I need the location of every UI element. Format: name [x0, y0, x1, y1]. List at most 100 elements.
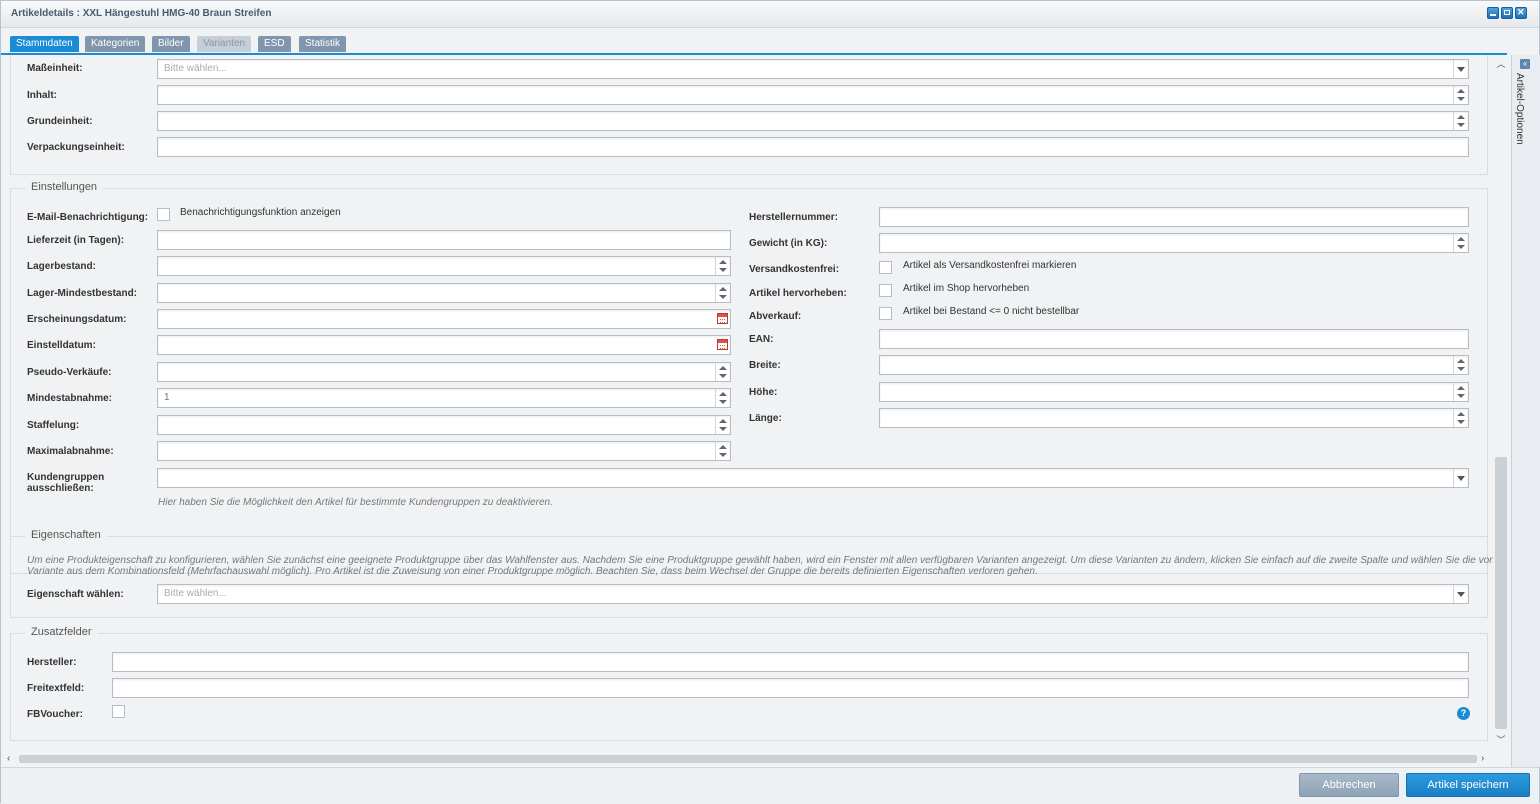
- article-details-window: Artikeldetails : XXL Hängestuhl HMG-40 B…: [0, 0, 1540, 804]
- lagerbestand-input[interactable]: [157, 256, 731, 276]
- spinner-icon[interactable]: [1453, 383, 1468, 401]
- lieferzeit-label: Lieferzeit (in Tagen):: [27, 235, 125, 246]
- close-icon[interactable]: [1515, 7, 1527, 19]
- scroll-left-icon[interactable]: ‹: [7, 753, 10, 764]
- spinner-icon[interactable]: [1453, 234, 1468, 252]
- maximalabnahme-input[interactable]: [157, 441, 731, 461]
- einstelldatum-input[interactable]: [157, 335, 731, 355]
- einstellungen-section: Einstellungen E-Mail-Benachrichtigung: B…: [10, 181, 1488, 574]
- abverkauf-label: Abverkauf:: [749, 311, 802, 322]
- scroll-down-icon[interactable]: ﹀: [1496, 735, 1506, 745]
- artikel-optionen-panel[interactable]: « Artikel-Optionen: [1511, 55, 1540, 767]
- email-checkbox[interactable]: [157, 208, 170, 221]
- tab-stammdaten[interactable]: Stammdaten: [10, 36, 79, 52]
- staffelung-label: Staffelung:: [27, 420, 80, 431]
- cancel-button[interactable]: Abbrechen: [1299, 773, 1399, 797]
- breite-label: Breite:: [749, 360, 781, 371]
- versandkostenfrei-checkbox[interactable]: [879, 261, 892, 274]
- calendar-icon[interactable]: [717, 313, 728, 324]
- help-icon[interactable]: ?: [1457, 707, 1470, 720]
- kundengruppen-hint: Hier haben Sie die Möglichkeit den Artik…: [158, 497, 553, 508]
- grundeinheit-input[interactable]: [157, 111, 1469, 131]
- email-checkbox-label: Benachrichtigungsfunktion anzeigen: [180, 207, 341, 218]
- ean-input[interactable]: [879, 329, 1469, 349]
- inhalt-label: Inhalt:: [27, 90, 57, 101]
- eigenschaften-description-line1: Um eine Produkteigenschaft zu konfigurie…: [27, 555, 1493, 566]
- mindestabnahme-input[interactable]: 1: [157, 388, 731, 408]
- herstellernummer-input[interactable]: [879, 207, 1469, 227]
- breite-input[interactable]: [879, 355, 1469, 375]
- spinner-icon[interactable]: [715, 389, 730, 407]
- tab-varianten: Varianten: [197, 36, 252, 52]
- freitext-label: Freitextfeld:: [27, 683, 85, 694]
- herstellernummer-label: Herstellernummer:: [749, 212, 838, 223]
- units-section: Maßeinheit: Bitte wählen... Inhalt: Grun…: [10, 55, 1488, 175]
- freitext-input[interactable]: [112, 678, 1469, 698]
- abverkauf-checkbox[interactable]: [879, 307, 892, 320]
- lager-mindest-input[interactable]: [157, 283, 731, 303]
- spinner-icon[interactable]: [1453, 409, 1468, 427]
- spinner-icon[interactable]: [1453, 86, 1468, 104]
- fbvoucher-checkbox[interactable]: [112, 705, 125, 718]
- eigenschaft-placeholder: Bitte wählen...: [164, 588, 227, 599]
- tab-bar: Stammdaten Kategorien Bilder Varianten E…: [1, 28, 1507, 55]
- horizontal-scrollbar[interactable]: ‹ ›: [1, 751, 1493, 767]
- pseudo-input[interactable]: [157, 362, 731, 382]
- minimize-icon[interactable]: [1487, 7, 1499, 19]
- hoehe-input[interactable]: [879, 382, 1469, 402]
- calendar-icon[interactable]: [717, 339, 728, 350]
- hersteller-label: Hersteller:: [27, 657, 77, 668]
- tab-statistik[interactable]: Statistik: [299, 36, 347, 52]
- einstellungen-legend: Einstellungen: [25, 181, 104, 193]
- spinner-icon[interactable]: [715, 363, 730, 381]
- kundengruppen-label-1: Kundengruppen: [27, 472, 105, 483]
- tab-kategorien[interactable]: Kategorien: [85, 36, 146, 52]
- spinner-icon[interactable]: [715, 284, 730, 302]
- zusatzfelder-legend: Zusatzfelder: [25, 626, 98, 638]
- tab-esd[interactable]: ESD: [258, 36, 291, 52]
- hervorheben-checkbox[interactable]: [879, 284, 892, 297]
- spinner-icon[interactable]: [715, 442, 730, 460]
- kundengruppen-label-2: ausschließen:: [27, 483, 94, 494]
- scroll-up-icon[interactable]: ︿: [1496, 59, 1506, 69]
- inhalt-input[interactable]: [157, 85, 1469, 105]
- kundengruppen-select[interactable]: [157, 468, 1469, 488]
- chevron-down-icon[interactable]: [1453, 60, 1468, 78]
- collapse-panel-icon[interactable]: «: [1520, 59, 1530, 69]
- vertical-scroll-thumb[interactable]: [1495, 457, 1507, 729]
- scroll-right-icon[interactable]: ›: [1481, 753, 1484, 764]
- lieferzeit-input[interactable]: [157, 230, 731, 250]
- zusatzfelder-section: Zusatzfelder Hersteller: Freitextfeld: F…: [10, 626, 1488, 741]
- eigenschaft-select[interactable]: Bitte wählen...: [157, 584, 1469, 604]
- spinner-icon[interactable]: [715, 257, 730, 275]
- tab-bilder[interactable]: Bilder: [152, 36, 190, 52]
- mindestabnahme-value: 1: [164, 392, 170, 403]
- maximize-icon[interactable]: [1501, 7, 1513, 19]
- eigenschaften-section: Eigenschaften Um eine Produkteigenschaft…: [10, 529, 1493, 618]
- title-bar[interactable]: Artikeldetails : XXL Hängestuhl HMG-40 B…: [1, 1, 1539, 28]
- hoehe-label: Höhe:: [749, 387, 778, 398]
- horizontal-scroll-thumb[interactable]: [19, 755, 1477, 763]
- laenge-input[interactable]: [879, 408, 1469, 428]
- gewicht-label: Gewicht (in KG):: [749, 238, 828, 249]
- email-label: E-Mail-Benachrichtigung:: [27, 212, 149, 223]
- artikel-optionen-label[interactable]: Artikel-Optionen: [1514, 73, 1525, 145]
- staffelung-input[interactable]: [157, 415, 731, 435]
- eigenschaften-legend: Eigenschaften: [25, 529, 107, 541]
- masseinheit-select[interactable]: Bitte wählen...: [157, 59, 1469, 79]
- erscheinungsdatum-input[interactable]: [157, 309, 731, 329]
- spinner-icon[interactable]: [715, 416, 730, 434]
- chevron-down-icon[interactable]: [1453, 469, 1468, 487]
- versandkostenfrei-label: Versandkostenfrei:: [749, 264, 840, 275]
- erscheinungsdatum-label: Erscheinungsdatum:: [27, 314, 127, 325]
- verpackungseinheit-input[interactable]: [157, 137, 1469, 157]
- versandkostenfrei-checkbox-label: Artikel als Versandkostenfrei markieren: [903, 260, 1077, 271]
- hervorheben-checkbox-label: Artikel im Shop hervorheben: [903, 283, 1030, 294]
- lager-mindest-label: Lager-Mindestbestand:: [27, 288, 138, 299]
- gewicht-input[interactable]: [879, 233, 1469, 253]
- spinner-icon[interactable]: [1453, 112, 1468, 130]
- hersteller-input[interactable]: [112, 652, 1469, 672]
- save-article-button[interactable]: Artikel speichern: [1406, 773, 1530, 797]
- spinner-icon[interactable]: [1453, 356, 1468, 374]
- chevron-down-icon[interactable]: [1453, 585, 1468, 603]
